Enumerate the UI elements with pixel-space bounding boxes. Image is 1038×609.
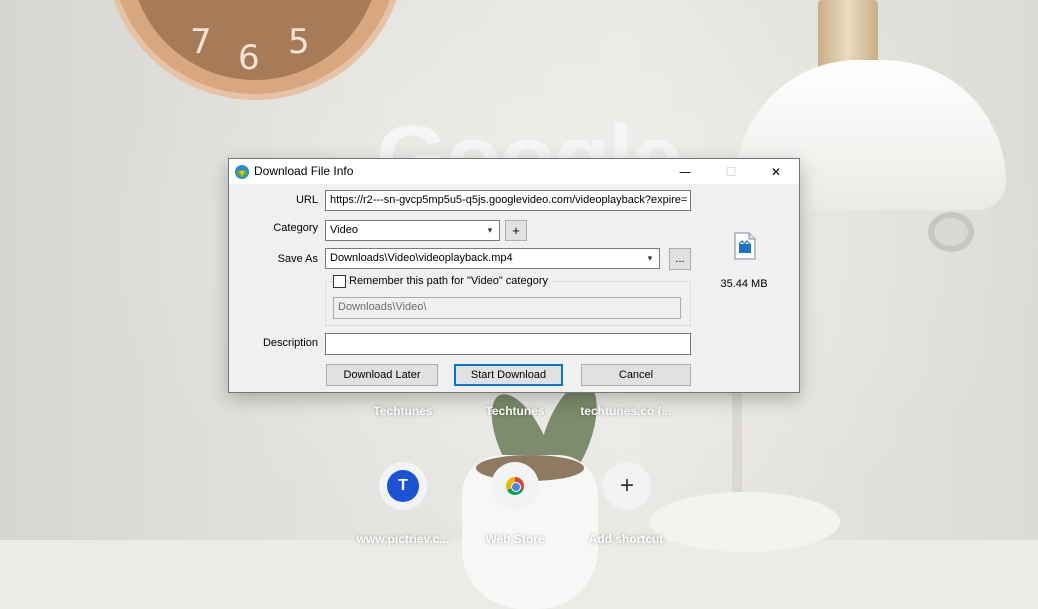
category-select-value: Video <box>330 224 358 236</box>
start-download-button[interactable]: Start Download <box>454 364 563 386</box>
download-file-info-dialog: Download File Info — ☐ ✕ URL https://r2-… <box>228 158 800 393</box>
download-later-button[interactable]: Download Later <box>326 364 438 386</box>
shortcut-tile-web-store[interactable] <box>491 462 539 510</box>
remember-path-label[interactable]: Remember this path for "Video" category <box>349 275 552 287</box>
remember-path-checkbox[interactable] <box>333 275 346 288</box>
shortcut-label[interactable]: Techtunes <box>460 404 570 418</box>
clock-number: 6 <box>238 38 260 78</box>
url-field[interactable]: https://r2---sn-gvcp5mp5u5-q5js.googlevi… <box>325 190 691 211</box>
clock-number: 5 <box>288 22 310 62</box>
save-as-select[interactable]: Downloads\Video\videoplayback.mp4 ▾ <box>325 248 660 269</box>
minimize-button[interactable]: — <box>662 159 708 184</box>
cancel-button[interactable]: Cancel <box>581 364 691 386</box>
browse-button[interactable]: ... <box>669 248 691 270</box>
add-shortcut-button[interactable]: + <box>603 462 651 510</box>
close-button[interactable]: ✕ <box>753 159 799 184</box>
plus-icon: + <box>619 472 634 499</box>
shortcut-label[interactable]: Web Store <box>460 532 570 546</box>
maximize-icon: ☐ <box>725 164 737 179</box>
chevron-down-icon: ▾ <box>487 225 493 236</box>
shortcut-label[interactable]: Techtunes <box>348 404 458 418</box>
avatar-letter-icon: T <box>387 470 419 502</box>
idm-app-icon <box>235 165 249 179</box>
chrome-web-store-icon <box>506 477 524 495</box>
save-as-label: Save As <box>277 253 318 265</box>
video-file-icon <box>734 232 756 260</box>
minimize-icon: — <box>679 164 691 179</box>
shortcut-label[interactable]: Add shortcut <box>571 532 681 546</box>
dialog-titlebar[interactable]: Download File Info — ☐ ✕ <box>229 159 799 184</box>
add-category-button[interactable]: + <box>505 220 527 241</box>
close-icon: ✕ <box>770 164 782 179</box>
lamp-knob <box>928 212 974 252</box>
file-size-label: 35.44 MB <box>720 278 768 290</box>
save-as-select-value: Downloads\Video\videoplayback.mp4 <box>330 252 513 264</box>
shortcut-label[interactable]: techtunes.co (... <box>571 404 681 418</box>
category-select[interactable]: Video ▾ <box>325 220 500 241</box>
dialog-title: Download File Info <box>254 164 354 178</box>
remember-path-field: Downloads\Video\ <box>333 297 681 319</box>
maximize-button: ☐ <box>708 159 754 184</box>
shortcut-tile-pictriev[interactable]: T <box>379 462 427 510</box>
clock-number: 7 <box>190 22 212 62</box>
description-label: Description <box>262 337 318 349</box>
category-label: Category <box>273 222 318 234</box>
description-field[interactable] <box>325 333 691 355</box>
url-label: URL <box>295 194 318 206</box>
chevron-down-icon: ▾ <box>647 253 653 264</box>
shortcut-label[interactable]: www.pictriev.c... <box>348 532 458 546</box>
